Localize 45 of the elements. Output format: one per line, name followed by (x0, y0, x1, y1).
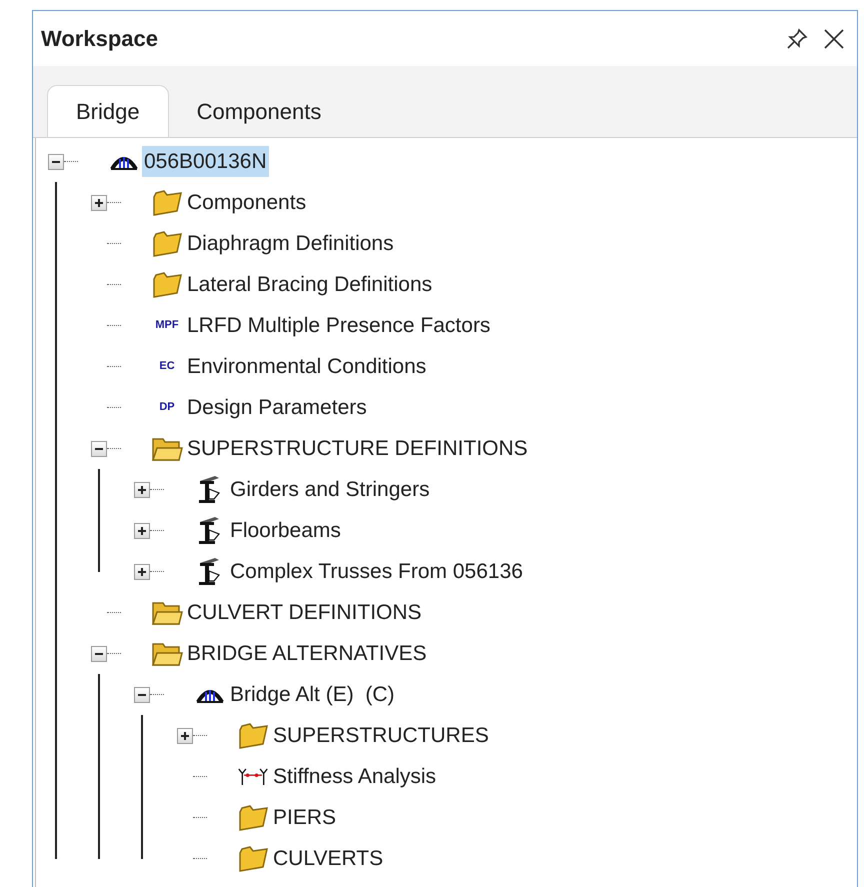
tree-item-label[interactable]: CULVERTS (271, 842, 386, 874)
close-icon[interactable] (823, 28, 845, 50)
collapse-toggle[interactable] (91, 646, 107, 662)
collapse-toggle[interactable] (48, 154, 64, 170)
tree-item-label[interactable]: Complex Trusses From 056136 (228, 556, 525, 588)
folder-icon (237, 804, 269, 832)
tree-item-label[interactable]: 056B00136N (142, 146, 269, 178)
i-beam-icon (197, 556, 223, 586)
tree-item-label[interactable]: Bridge Alt (E) (C) (228, 678, 397, 710)
tree-item-label[interactable]: Lateral Bracing Definitions (185, 268, 434, 300)
folder-icon (151, 230, 183, 258)
tree-item-label[interactable]: Components (185, 186, 308, 218)
panel-title: Workspace (41, 25, 158, 53)
folder-icon (237, 722, 269, 750)
code-icon: MPF (155, 320, 179, 331)
collapse-toggle[interactable] (91, 440, 107, 456)
tree-item-label[interactable]: SUPERSTRUCTURE DEFINITIONS (185, 432, 530, 464)
i-beam-icon (197, 516, 223, 546)
collapse-toggle[interactable] (134, 686, 150, 702)
folder-icon (151, 270, 183, 298)
code-icon: DP (159, 402, 175, 413)
tab[interactable]: Components (168, 85, 350, 137)
i-beam-icon (197, 474, 223, 504)
folder-icon (237, 844, 269, 872)
tree-item-label[interactable]: BRIDGE ALTERNATIVES (185, 638, 429, 670)
tree-item-label[interactable]: Girders and Stringers (228, 474, 432, 506)
tree-item-label[interactable]: Design Parameters (185, 392, 369, 424)
tab[interactable]: Bridge (47, 85, 169, 137)
expand-toggle[interactable] (134, 482, 150, 498)
tree-item-label[interactable]: SUPERSTRUCTURES (271, 720, 491, 752)
tree-item-label[interactable]: Environmental Conditions (185, 350, 428, 382)
expand-toggle[interactable] (177, 728, 193, 744)
stiffness-icon (237, 766, 269, 788)
tree-item-label[interactable]: Stiffness Analysis (271, 760, 438, 792)
expand-toggle[interactable] (134, 522, 150, 538)
pin-icon[interactable] (785, 26, 809, 50)
tree-item-label[interactable]: LRFD Multiple Presence Factors (185, 310, 492, 342)
tree-item-label[interactable]: PIERS (271, 802, 338, 834)
tree-item-label[interactable]: CULVERT DEFINITIONS (185, 596, 424, 628)
tree-item-label[interactable]: Diaphragm Definitions (185, 228, 396, 260)
expand-toggle[interactable] (91, 194, 107, 210)
folder-icon (151, 188, 183, 216)
tree-item-label[interactable]: Floorbeams (228, 514, 343, 546)
code-icon: EC (159, 361, 175, 372)
expand-toggle[interactable] (134, 564, 150, 580)
